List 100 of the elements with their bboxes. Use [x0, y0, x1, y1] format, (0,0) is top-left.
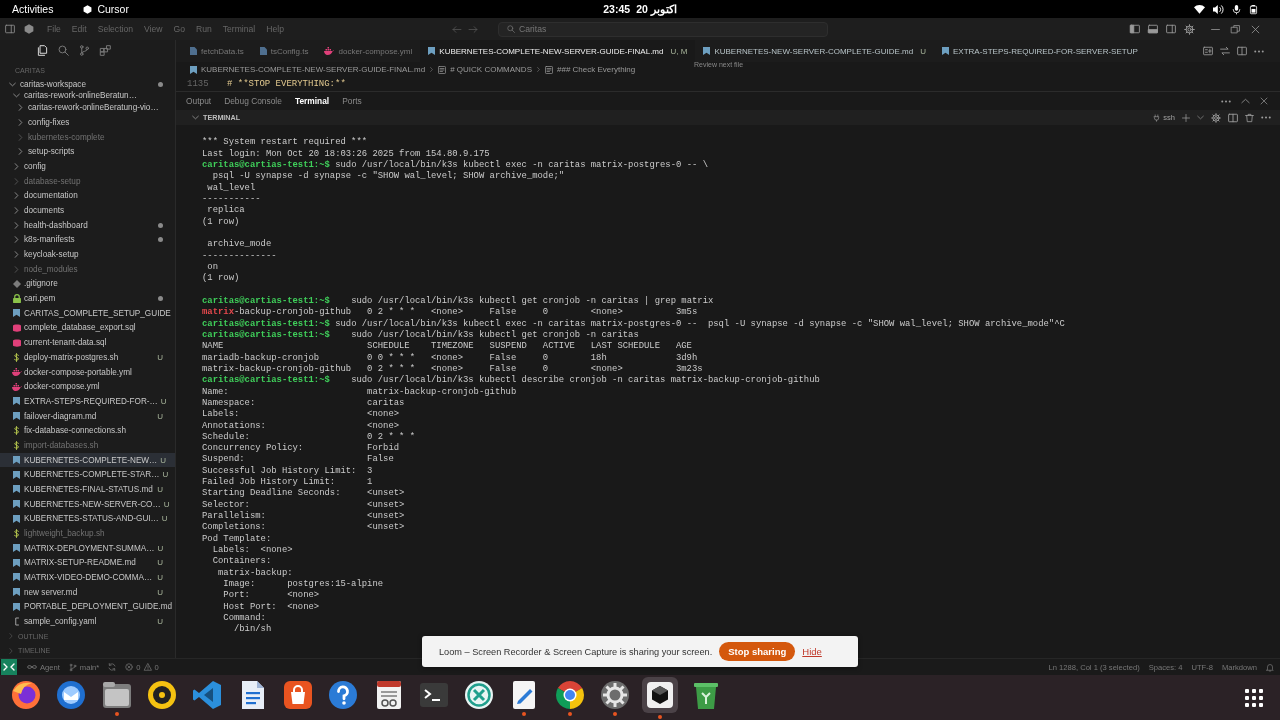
remote-icon[interactable]	[0, 659, 18, 675]
sidebar-layout-icon[interactable]	[1130, 24, 1140, 34]
app-grid-icon[interactable]	[1245, 688, 1263, 707]
explorer-entry[interactable]: MATRIX-SETUP-README.md U	[0, 555, 175, 571]
explorer-entry[interactable]: deploy-matrix-postgres.sh U	[0, 350, 175, 365]
sidebar-layout-icon[interactable]	[5, 24, 15, 34]
settings-icon[interactable]	[1211, 112, 1221, 123]
editor-tab[interactable]: KUBERNETES-NEW-SERVER-COMPLETE-GUIDE.md U	[695, 40, 934, 62]
explorer-entry[interactable]: new server.md U	[0, 584, 175, 600]
explorer-entry[interactable]: lightweight_backup.sh	[0, 526, 175, 541]
explorer-entry[interactable]: .gitignore	[0, 276, 175, 292]
folder-item[interactable]: k8s-manifests	[0, 232, 175, 248]
close-icon[interactable]	[1251, 24, 1260, 34]
split-icon[interactable]	[1228, 112, 1238, 123]
stop-sharing-button[interactable]: Stop sharing	[719, 642, 796, 661]
explorer-entry[interactable]: import-databases.sh	[0, 438, 175, 453]
folder-item[interactable]: config-fixes	[0, 115, 175, 130]
extensions-icon[interactable]	[100, 45, 111, 57]
explorer-entry[interactable]: KUBERNETES-NEW-SERVER-CO… U	[0, 496, 175, 512]
command-center[interactable]: Caritas	[498, 21, 828, 37]
help-icon[interactable]	[328, 679, 359, 710]
chevron-down-icon[interactable]	[192, 115, 199, 120]
folder-item[interactable]: config	[0, 159, 175, 174]
settings-icon[interactable]	[600, 679, 630, 710]
explorer-entry[interactable]: KUBERNETES-STATUS-AND-GUI… U	[0, 511, 175, 527]
explorer-entry[interactable]: docker-compose.yml	[0, 379, 175, 394]
explorer-entry[interactable]: docker-compose-portable.yml	[0, 364, 175, 380]
explorer-entry[interactable]: complete_database_export.sql	[0, 320, 175, 336]
bell-icon[interactable]	[1266, 662, 1274, 672]
folder-item[interactable]: setup-scripts	[0, 144, 175, 160]
swap-icon[interactable]	[1220, 46, 1230, 56]
files-icon[interactable]	[37, 45, 48, 57]
explorer-entry[interactable]: KUBERNETES-COMPLETE-NEW… U	[0, 452, 175, 468]
volume-icon[interactable]	[1213, 3, 1224, 15]
cube-icon[interactable]	[642, 676, 679, 713]
panel-tab[interactable]: Ports	[342, 96, 362, 106]
microphone-icon[interactable]	[1232, 3, 1241, 15]
folder-icon[interactable]	[101, 679, 132, 710]
search-icon[interactable]	[58, 45, 69, 57]
editor-tab[interactable]: tsConfig.ts	[251, 40, 317, 62]
explorer-entry[interactable]: EXTRA-STEPS-REQUIRED-FOR-… U	[0, 394, 175, 409]
editor-tab[interactable]: fetchData.ts	[182, 40, 252, 62]
battery-icon[interactable]	[1249, 3, 1258, 15]
folder-item[interactable]: caritas-rework-onlineBeratun…	[0, 89, 175, 101]
explorer-entry[interactable]: KUBERNETES-FINAL-STATUS.md U	[0, 482, 175, 497]
explorer-entry[interactable]: MATRIX-DEPLOYMENT-SUMMA… U	[0, 540, 175, 556]
explorer-entry[interactable]: CARITAS_COMPLETE_SETUP_GUIDE	[0, 306, 175, 321]
music-icon[interactable]	[147, 679, 178, 710]
table-cell: 0 2 * * *	[367, 307, 416, 319]
folder-item[interactable]: health-dashboard	[0, 217, 175, 233]
explorer-entry[interactable]: MATRIX-VIDEO-DEMO-COMMA… U	[0, 570, 175, 585]
explorer-entry[interactable]: PORTABLE_DEPLOYMENT_GUIDE.md	[0, 599, 175, 615]
app-menu[interactable]: Cursor	[83, 3, 129, 15]
sync-icon[interactable]	[108, 663, 117, 671]
folder-item[interactable]: documents	[0, 203, 175, 218]
mail-icon[interactable]	[56, 679, 87, 710]
restore-icon[interactable]	[1231, 24, 1240, 34]
panel-layout-icon[interactable]	[1148, 24, 1158, 34]
folder-item[interactable]: caritas-workspace	[0, 78, 175, 90]
folder-item[interactable]: node_modules	[0, 261, 175, 277]
editor-tab[interactable]: docker-compose.yml	[316, 40, 421, 62]
editor-tab[interactable]: EXTRA-STEPS-REQUIRED-FOR-SERVER-SETUP	[934, 40, 1146, 62]
more-icon[interactable]	[1221, 99, 1231, 103]
folder-item[interactable]: documentation	[0, 188, 175, 204]
code-editor-icon[interactable]	[192, 679, 223, 710]
split-editor-icon[interactable]	[1237, 46, 1247, 56]
remote-desktop-icon[interactable]	[464, 679, 495, 710]
chevron-up-icon[interactable]	[1241, 98, 1250, 104]
compare-icon[interactable]	[1203, 46, 1213, 56]
explorer-entry[interactable]: sample_config.yaml U	[0, 614, 175, 629]
source-control-icon[interactable]	[79, 45, 90, 57]
split-layout-icon[interactable]	[1166, 24, 1176, 34]
more-icon[interactable]	[1254, 49, 1264, 53]
settings-icon[interactable]	[1184, 23, 1195, 35]
more-icon[interactable]	[1261, 116, 1271, 119]
breadcrumb[interactable]: # QUICK COMMANDS	[450, 65, 532, 74]
close-icon[interactable]	[1260, 97, 1268, 105]
browser-icon[interactable]	[554, 679, 585, 710]
wifi-icon[interactable]	[1194, 4, 1205, 14]
hide-link[interactable]: Hide	[802, 646, 822, 657]
breadcrumb[interactable]: ### Check Everything	[557, 65, 636, 74]
shopping-bag-icon[interactable]	[282, 679, 313, 710]
folder-item[interactable]: database-setup	[0, 173, 175, 189]
activities-button[interactable]: Activities	[12, 3, 54, 15]
folder-item[interactable]: caritas-rework-onlineBeratung-vio…	[0, 100, 175, 116]
terminal-line: Last login: Mon Oct 20 18:03:26 2025 from 154.80.9.175	[202, 148, 490, 160]
field-value: False	[367, 454, 394, 466]
panel-tab[interactable]: Debug Console	[224, 96, 282, 106]
explorer-entry[interactable]: current-tenant-data.sql	[0, 335, 175, 350]
folder-item[interactable]: kubernetes-complete	[0, 129, 175, 145]
panel-tab[interactable]: Terminal	[294, 96, 330, 106]
explorer-entry[interactable]: failover-diagram.md U	[0, 408, 175, 424]
explorer-entry[interactable]: KUBERNETES-COMPLETE-STAR… U	[0, 467, 175, 483]
explorer-entry[interactable]: fix-database-connections.sh	[0, 423, 175, 439]
folder-item[interactable]: keycloak-setup	[0, 247, 175, 262]
explorer-entry[interactable]: cari.pem	[0, 291, 175, 306]
breadcrumb[interactable]: KUBERNETES-COMPLETE-NEW-SERVER-GUIDE-FINAL.md	[201, 65, 426, 74]
plus-icon[interactable]	[1182, 113, 1190, 122]
browser-icon[interactable]	[11, 679, 42, 710]
panel-tab[interactable]: Output	[186, 96, 212, 106]
